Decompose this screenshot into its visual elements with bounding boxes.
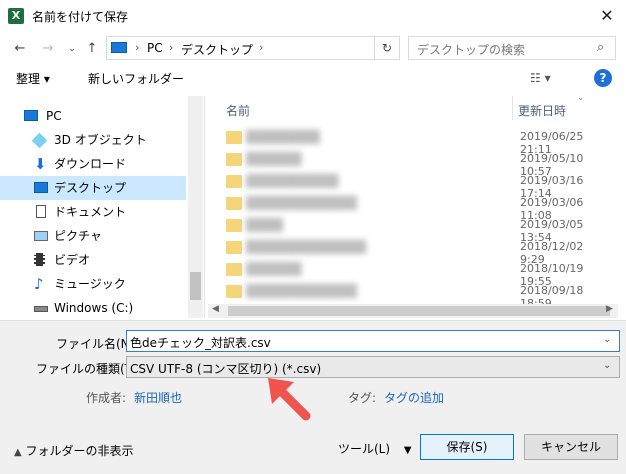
picture-icon: [34, 231, 48, 241]
folder-icon: [226, 131, 242, 144]
folder-icon: [226, 197, 242, 210]
author-value[interactable]: 新田順也: [134, 389, 182, 406]
file-name-blurred: ████████████: [246, 284, 357, 298]
nav-item-windows-c[interactable]: Windows (C:): [0, 296, 186, 320]
author-label: 作成者:: [86, 391, 127, 405]
file-row[interactable]: ██████ 2019/05/10 10:57: [226, 150, 610, 178]
folder-icon: [226, 285, 242, 298]
file-name-blurred: ██████: [246, 152, 302, 166]
download-icon: ⬇: [34, 155, 47, 173]
chevron-right-icon: ›: [169, 41, 174, 54]
chevron-up-icon: ▲: [14, 447, 22, 458]
file-row[interactable]: █████████████ 2018/12/02 9:29: [226, 238, 610, 266]
window-title: 名前を付けて保存: [32, 10, 129, 24]
file-row[interactable]: ████████████ 2018/09/18 18:59: [226, 282, 610, 310]
annotation-arrow-icon: [268, 378, 311, 421]
file-name-blurred: █████████████: [246, 240, 366, 254]
search-input[interactable]: デスクトップの検索 ⌕: [408, 36, 616, 60]
dropdown-arrow-icon: ▼: [403, 445, 412, 456]
file-row[interactable]: ████████████ 2019/03/06 11:08: [226, 194, 610, 222]
nav-item-videos[interactable]: ビデオ: [0, 248, 186, 272]
document-icon: [36, 205, 46, 218]
nav-item-pc[interactable]: PC: [0, 104, 186, 128]
nav-item-music[interactable]: ♪ ミュージック: [0, 272, 186, 296]
nav-item-3d-objects[interactable]: 3D オブジェクト: [0, 128, 186, 152]
chevron-down-icon[interactable]: ⌄: [603, 334, 611, 345]
pc-icon: [111, 42, 127, 53]
hide-folders-toggle[interactable]: ▲ フォルダーの非表示: [14, 442, 134, 459]
column-divider[interactable]: [512, 96, 513, 120]
breadcrumb-pc[interactable]: PC: [147, 41, 163, 55]
nav-item-pictures[interactable]: ピクチャ: [0, 224, 186, 248]
address-bar[interactable]: › PC › デスクトップ ›: [106, 36, 400, 60]
folder-icon: [226, 219, 242, 232]
tag-add-link[interactable]: タグの追加: [384, 389, 444, 406]
file-row[interactable]: ████ 2019/03/05 13:54: [226, 216, 610, 244]
tools-dropdown[interactable]: ツール(L) ▼: [338, 440, 412, 457]
new-folder-button[interactable]: 新しいフォルダー: [88, 70, 184, 87]
nav-scrollbar-thumb[interactable]: [190, 272, 201, 300]
music-icon: ♪: [34, 275, 44, 293]
file-row[interactable]: ██████ 2018/10/19 19:55: [226, 260, 610, 288]
filetype-select[interactable]: CSV UTF-8 (コンマ区切り) (*.csv) ⌄: [126, 356, 620, 378]
nav-item-downloads[interactable]: ⬇ ダウンロード: [0, 152, 186, 176]
navigation-pane: PC 3D オブジェクト ⬇ ダウンロード デスクトップ ドキュメント ピクチャ…: [0, 96, 205, 318]
up-arrow-icon[interactable]: ↑: [82, 39, 102, 59]
column-header-name[interactable]: 名前: [226, 102, 250, 119]
column-header-date[interactable]: 更新日時: [518, 102, 566, 119]
folder-icon: [226, 175, 242, 188]
file-row[interactable]: ██████████ 2019/03/16 17:14: [226, 172, 610, 200]
nav-item-desktop[interactable]: デスクトップ: [0, 176, 186, 200]
scroll-left-icon[interactable]: ◀: [212, 304, 219, 314]
search-placeholder: デスクトップの検索: [417, 43, 526, 57]
file-name-blurred: ██████: [246, 262, 302, 276]
nav-item-documents[interactable]: ドキュメント: [0, 200, 186, 224]
file-name-blurred: ██████████: [246, 174, 339, 188]
file-name-blurred: ████████: [246, 130, 320, 144]
save-button[interactable]: 保存(S): [420, 434, 514, 460]
breadcrumb-desktop[interactable]: デスクトップ: [181, 41, 253, 58]
video-icon: [34, 253, 45, 266]
folder-icon: [226, 241, 242, 254]
search-icon: ⌕: [597, 40, 605, 55]
file-row[interactable]: ████████ 2019/06/25 21:11: [226, 128, 610, 156]
cube-icon: [31, 132, 48, 149]
file-name-blurred: ████: [246, 218, 283, 232]
filename-input[interactable]: 色deチェック_対訳表.csv ⌄: [126, 330, 620, 352]
desktop-icon: [34, 182, 48, 193]
excel-app-icon: X: [8, 8, 24, 24]
tools-label: ツール(L): [338, 442, 391, 456]
chevron-down-icon[interactable]: ⌄: [603, 360, 611, 371]
hide-folders-label: フォルダーの非表示: [25, 444, 134, 458]
drive-icon: [34, 306, 48, 312]
filename-value: 色deチェック_対訳表.csv: [130, 336, 271, 350]
tag-label: タグ:: [348, 391, 377, 405]
folder-icon: [226, 263, 242, 276]
nav-scrollbar[interactable]: [188, 96, 203, 318]
chevron-right-icon: ›: [259, 41, 264, 54]
scroll-right-icon[interactable]: ▶: [606, 304, 613, 314]
close-icon[interactable]: ✕: [596, 6, 618, 26]
organize-button[interactable]: 整理 ▾: [16, 70, 50, 87]
pc-icon: [24, 110, 38, 121]
folder-icon: [226, 153, 242, 166]
chevron-right-icon: ›: [135, 41, 140, 54]
view-options-icon[interactable]: ☷ ▾: [530, 71, 551, 85]
forward-arrow-icon[interactable]: →: [38, 39, 58, 59]
refresh-icon[interactable]: ↻: [374, 36, 400, 60]
file-name-blurred: ████████████: [246, 196, 357, 210]
sort-chevron-icon: ⌄: [577, 93, 585, 103]
help-icon[interactable]: ?: [594, 69, 612, 87]
horizontal-scrollbar[interactable]: ◀ ▶: [208, 304, 618, 318]
back-arrow-icon[interactable]: ←: [10, 39, 30, 59]
history-chevron-icon[interactable]: ⌄: [62, 39, 82, 59]
horizontal-scrollbar-thumb[interactable]: [228, 306, 610, 316]
cancel-button[interactable]: キャンセル: [524, 434, 618, 460]
